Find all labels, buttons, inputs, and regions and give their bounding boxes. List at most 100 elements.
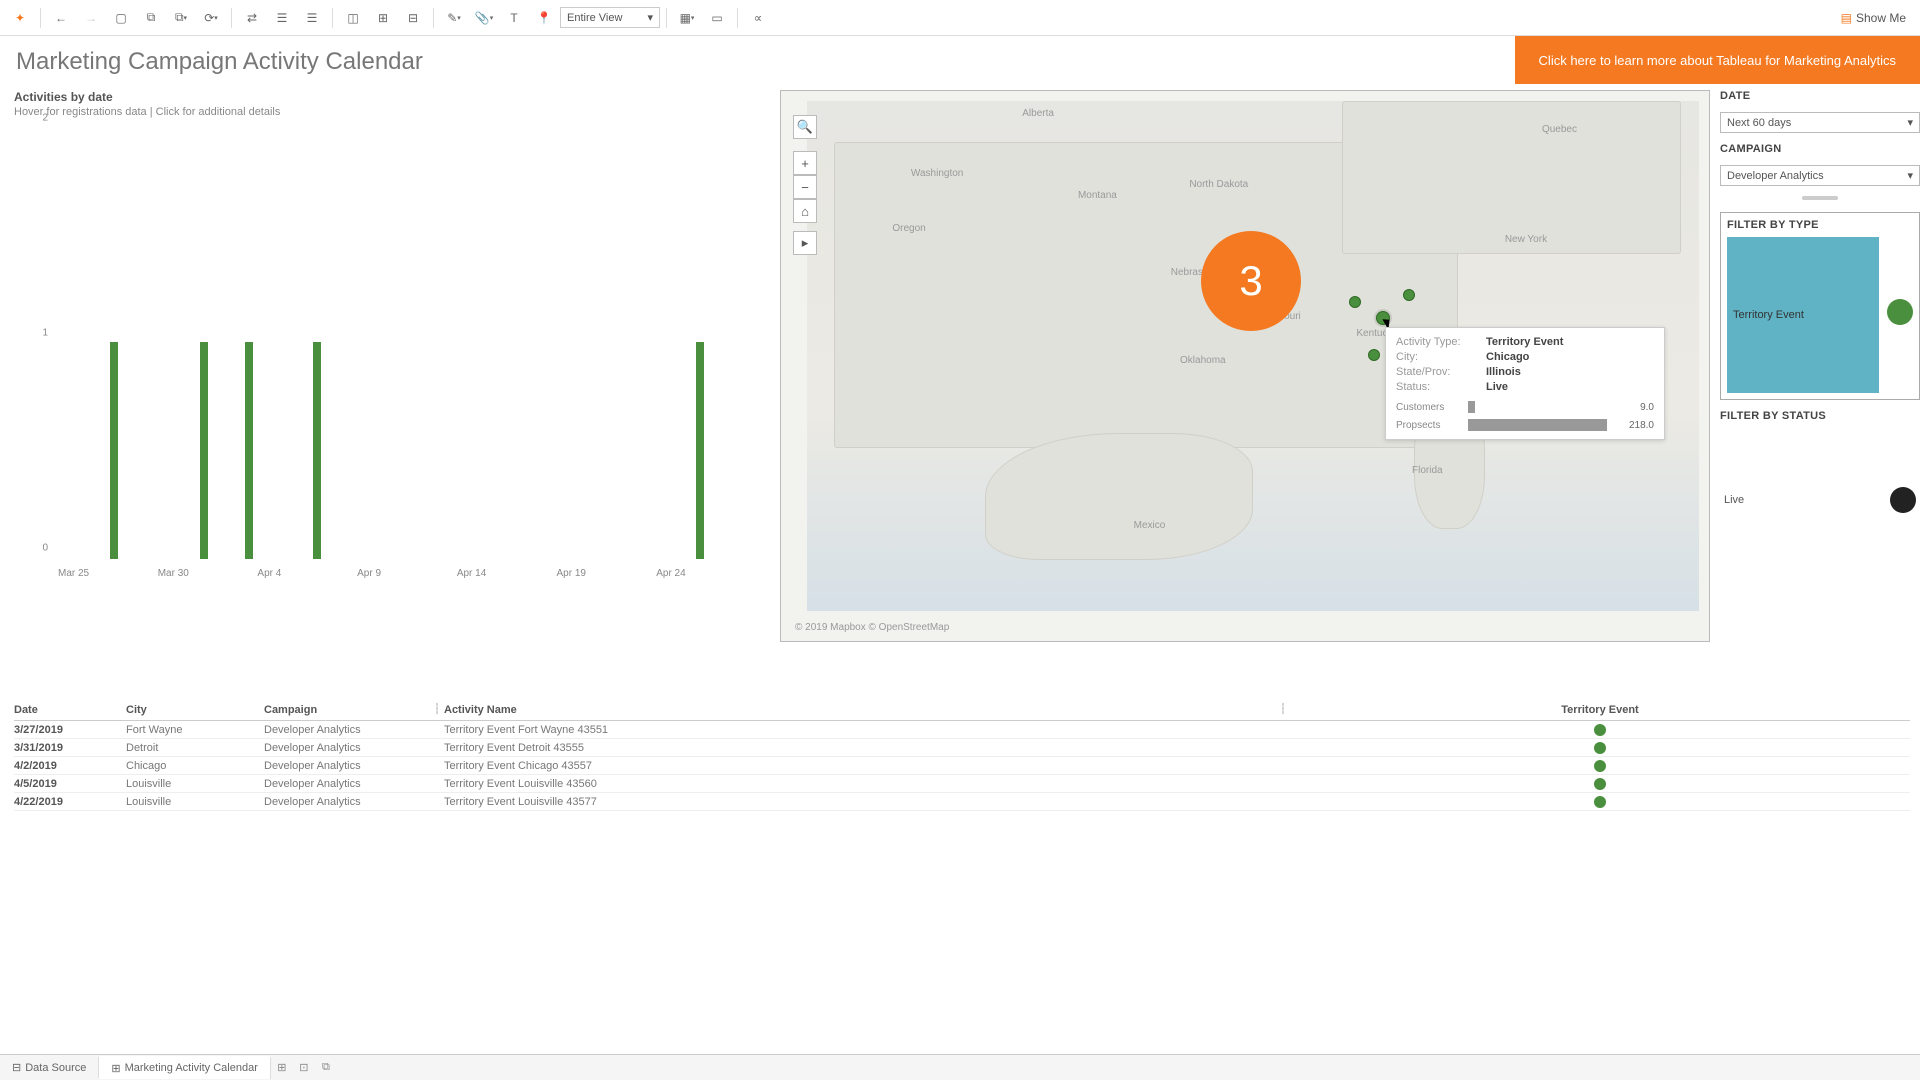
table-row[interactable]: 4/2/2019ChicagoDeveloper AnalyticsTerrit… (14, 757, 1910, 775)
event-dot-icon (1594, 760, 1606, 772)
cell-activity: Territory Event Louisville 43560 (444, 778, 1290, 790)
y-tick: 2 (42, 113, 48, 124)
table-row[interactable]: 4/22/2019LouisvilleDeveloper AnalyticsTe… (14, 793, 1910, 811)
chart-bar[interactable] (313, 342, 321, 560)
resize-grip-icon[interactable] (1720, 196, 1920, 202)
map-region-label: Mexico (1134, 520, 1166, 531)
highlight-icon[interactable]: ✎▾ (440, 4, 468, 32)
map-region-label: Montana (1078, 190, 1117, 201)
col-type[interactable]: Territory Event (1290, 704, 1910, 716)
tooltip-bar-label: Propsects (1396, 420, 1462, 431)
chart-bar[interactable] (200, 342, 208, 560)
date-filter-select[interactable]: Next 60 days ▾ (1720, 112, 1920, 133)
type-filter-card[interactable]: Territory Event (1727, 237, 1879, 393)
new-worksheet-icon[interactable]: ⧉▾ (167, 4, 195, 32)
table-row[interactable]: 4/5/2019LouisvilleDeveloper AnalyticsTer… (14, 775, 1910, 793)
col-campaign[interactable]: Campaign┆ (264, 704, 444, 716)
column-resize-icon[interactable]: ┆ (1280, 704, 1286, 716)
cell-campaign: Developer Analytics (264, 760, 444, 772)
show-me-icon: ▤ (1841, 11, 1852, 25)
activities-chart-panel: Activities by date Hover for registratio… (14, 90, 766, 694)
map-event-dot[interactable] (1403, 289, 1415, 301)
label-icon[interactable]: T (500, 4, 528, 32)
map-region-label: Quebec (1542, 124, 1577, 135)
chart-bar[interactable] (245, 342, 253, 560)
bar-slot (306, 124, 329, 559)
chart-bar[interactable] (110, 342, 118, 560)
tab-label: Data Source (25, 1062, 86, 1074)
tableau-logo-icon[interactable]: ✦ (6, 4, 34, 32)
new-sheet-icon[interactable]: ⊞ (271, 1057, 293, 1078)
map-panel[interactable]: AlbertaMontanaNorth DakotaWashingtonOreg… (780, 90, 1710, 642)
tab-marketing-calendar[interactable]: ⊞ Marketing Activity Calendar (99, 1056, 271, 1079)
table-row[interactable]: 3/31/2019DetroitDeveloper AnalyticsTerri… (14, 739, 1910, 757)
cell-city: Fort Wayne (126, 724, 264, 736)
table-row[interactable]: 3/27/2019Fort WayneDeveloper AnalyticsTe… (14, 721, 1910, 739)
new-dashboard-icon[interactable]: ⊡ (293, 1057, 315, 1078)
show-me-button[interactable]: ▤ Show Me (1833, 7, 1914, 29)
cell-city: Detroit (126, 742, 264, 754)
bar-slot (283, 124, 306, 559)
back-icon[interactable]: ← (47, 4, 75, 32)
map-event-dot[interactable] (1368, 349, 1380, 361)
chart-area[interactable]: 012 Mar 25Mar 30Apr 4Apr 9Apr 14Apr 19Ap… (14, 124, 766, 579)
sort-asc-icon[interactable]: ☰ (268, 4, 296, 32)
forward-icon[interactable]: → (77, 4, 105, 32)
col-city[interactable]: City (126, 704, 264, 716)
tooltip-value: Illinois (1486, 366, 1521, 378)
campaign-filter-value: Developer Analytics (1727, 170, 1824, 182)
bar-slot (621, 124, 644, 559)
bar-slot (351, 124, 374, 559)
bar-slot (733, 124, 756, 559)
group-icon[interactable]: ◫ (339, 4, 367, 32)
fit-select[interactable]: Entire View ▾ (560, 7, 660, 28)
col-activity[interactable]: Activity Name┆ (444, 704, 1290, 716)
chart-bar[interactable] (696, 342, 704, 560)
bar-slot (508, 124, 531, 559)
map-reset-icon[interactable]: ⌂ (793, 199, 817, 223)
x-tick: Mar 30 (158, 568, 258, 579)
cell-date: 3/31/2019 (14, 742, 126, 754)
dashboard-icon: ⊞ (111, 1062, 120, 1075)
cell-activity: Territory Event Detroit 43555 (444, 742, 1290, 754)
sort-desc-icon[interactable]: ☰ (298, 4, 326, 32)
col-date[interactable]: Date (14, 704, 126, 716)
status-filter-row[interactable]: Live (1720, 432, 1920, 562)
presentation-icon[interactable]: ▭ (703, 4, 731, 32)
refresh-icon[interactable]: ⟳▾ (197, 4, 225, 32)
map-pan-icon[interactable]: ▸ (793, 231, 817, 255)
map-region-label: Oregon (892, 223, 925, 234)
bar-slot (216, 124, 239, 559)
bar-slot (598, 124, 621, 559)
save-icon[interactable]: ▢ (107, 4, 135, 32)
map-search-icon[interactable]: 🔍 (793, 115, 817, 139)
event-dot-icon (1594, 724, 1606, 736)
tab-data-source[interactable]: ⊟ Data Source (0, 1057, 99, 1078)
attach-icon[interactable]: 📎▾ (470, 4, 498, 32)
chevron-down-icon: ▾ (647, 11, 653, 24)
marketing-banner[interactable]: Click here to learn more about Tableau f… (1515, 36, 1920, 84)
map-event-dot[interactable] (1349, 296, 1361, 308)
tooltip-label: City: (1396, 351, 1486, 363)
totals-icon[interactable]: ⊞ (369, 4, 397, 32)
new-story-icon[interactable]: ⧉ (315, 1057, 337, 1078)
share-icon[interactable]: ∝ (744, 4, 772, 32)
bar-slot (171, 124, 194, 559)
page-title: Marketing Campaign Activity Calendar (0, 36, 1515, 84)
column-resize-icon[interactable]: ┆ (434, 704, 440, 716)
campaign-filter-select[interactable]: Developer Analytics ▾ (1720, 165, 1920, 186)
map-zoom-out-icon[interactable]: − (793, 175, 817, 199)
tooltip-value: Territory Event (1486, 336, 1563, 348)
map-cluster-marker[interactable]: 3 (1201, 231, 1301, 331)
show-cards-icon[interactable]: ▦▾ (673, 4, 701, 32)
options-icon[interactable]: ⊟ (399, 4, 427, 32)
new-data-icon[interactable]: ⧉ (137, 4, 165, 32)
pin-icon[interactable]: 📍 (530, 4, 558, 32)
bar-slot (193, 124, 216, 559)
swap-icon[interactable]: ⇄ (238, 4, 266, 32)
x-tick: Apr 9 (357, 568, 457, 579)
type-filter-panel: FILTER BY TYPE Territory Event (1720, 212, 1920, 400)
map-event-dot-selected[interactable] (1376, 311, 1390, 325)
map-zoom-in-icon[interactable]: + (793, 151, 817, 175)
sheet-tab-bar: ⊟ Data Source ⊞ Marketing Activity Calen… (0, 1054, 1920, 1080)
